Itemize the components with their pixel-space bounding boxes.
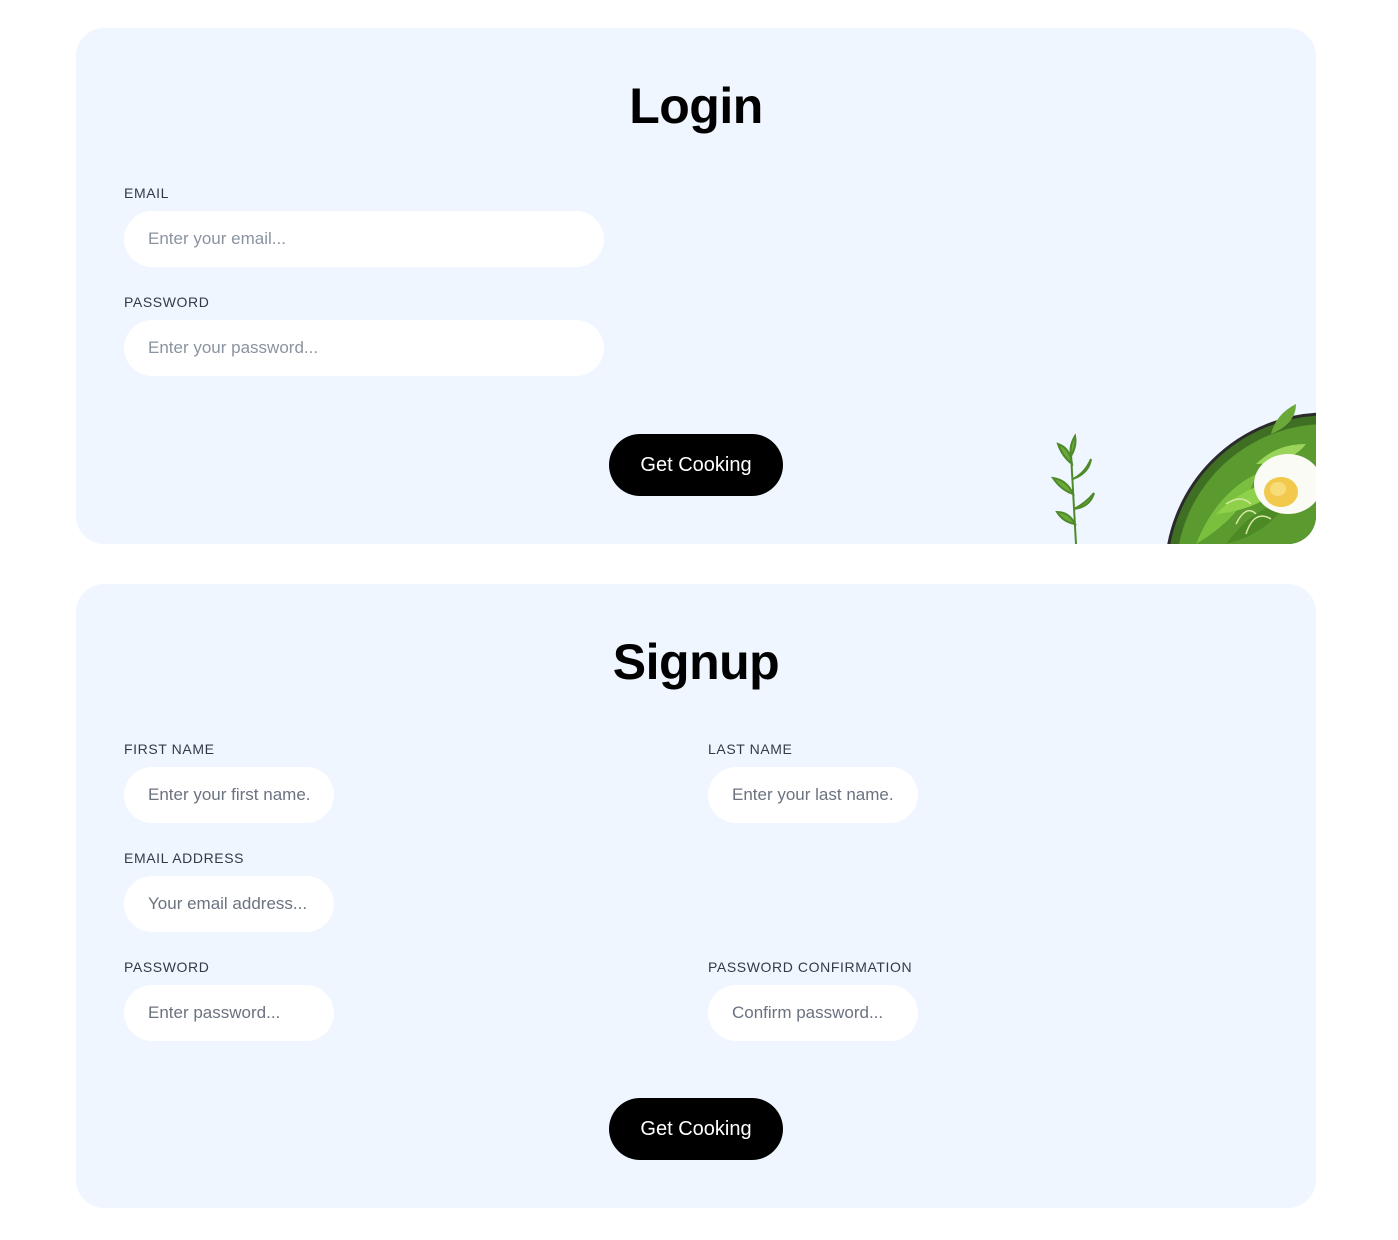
signup-last-name-label: LAST NAME	[708, 741, 793, 757]
login-card: Login EMAIL PASSWORD Get Cooking	[76, 28, 1316, 544]
signup-title: Signup	[612, 634, 780, 690]
login-password-label: PASSWORD	[124, 294, 210, 310]
signup-password-input[interactable]	[124, 985, 334, 1041]
signup-last-name-input[interactable]	[708, 767, 918, 823]
signup-password-confirmation-label: PASSWORD CONFIRMATION	[708, 959, 913, 975]
login-password-input[interactable]	[124, 320, 604, 376]
signup-first-name-input[interactable]	[124, 767, 334, 823]
signup-email-input[interactable]	[124, 876, 334, 932]
signup-submit-button[interactable]: Get Cooking	[609, 1098, 783, 1160]
signup-first-name-label: FIRST NAME	[124, 741, 215, 757]
salad-bowl-image	[1050, 404, 1316, 544]
signup-email-label: EMAIL ADDRESS	[124, 850, 245, 866]
login-title: Login	[629, 78, 763, 134]
signup-password-label: PASSWORD	[124, 959, 210, 975]
arugula-sprig	[1050, 433, 1095, 544]
login-submit-button[interactable]: Get Cooking	[609, 434, 783, 496]
bowl	[1167, 404, 1316, 544]
login-email-label: EMAIL	[124, 185, 170, 201]
signup-card: Signup FIRST NAME LAST NAME EMAIL ADDRES…	[76, 584, 1316, 1208]
signup-password-confirmation-input[interactable]	[708, 985, 918, 1041]
login-email-input[interactable]	[124, 211, 604, 267]
